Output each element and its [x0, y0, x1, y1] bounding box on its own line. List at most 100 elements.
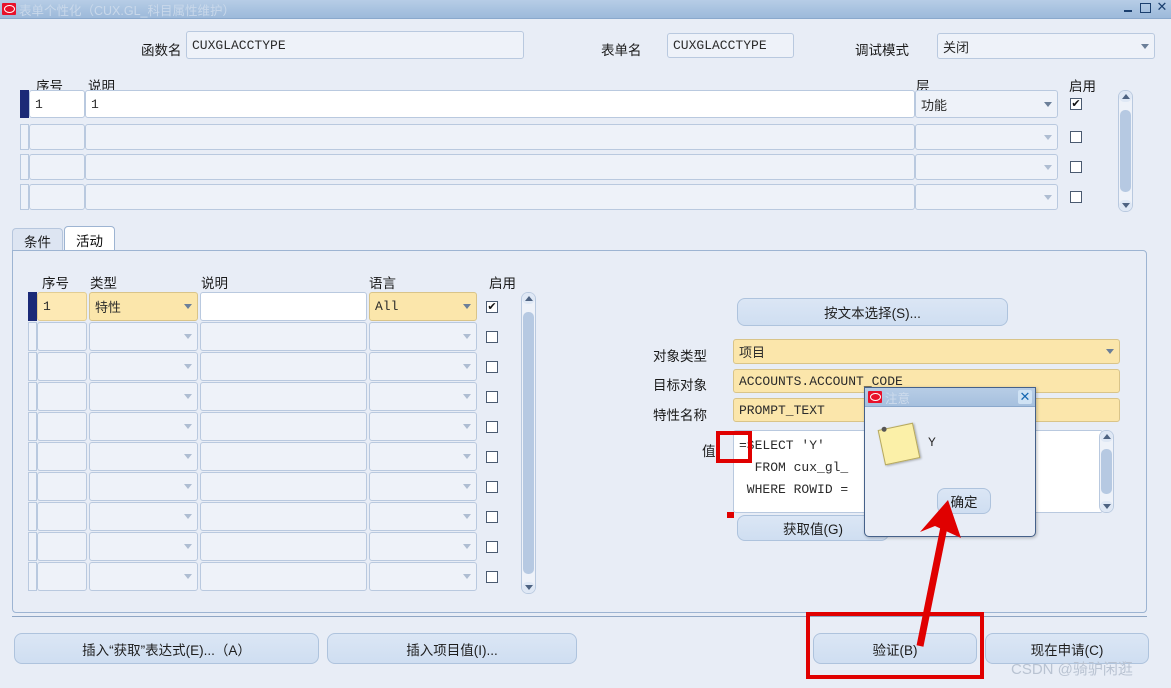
cell-type-select[interactable]	[89, 562, 198, 591]
actions-table-scrollbar[interactable]	[521, 292, 536, 594]
scrollbar-thumb[interactable]	[523, 312, 534, 574]
maximize-button[interactable]	[1138, 1, 1152, 15]
cell-description[interactable]	[200, 562, 367, 591]
cell-description[interactable]	[200, 352, 367, 381]
cell-language-select[interactable]	[369, 412, 477, 441]
cell-seq[interactable]: 1	[29, 90, 85, 118]
cell-seq[interactable]	[37, 562, 87, 591]
cell-enabled-checkbox[interactable]	[486, 391, 498, 403]
cell-description[interactable]	[200, 502, 367, 531]
cell-description[interactable]: 1	[85, 90, 915, 118]
row-selector[interactable]	[28, 532, 37, 561]
cell-enabled-checkbox[interactable]	[486, 511, 498, 523]
row-selector[interactable]	[28, 472, 37, 501]
cell-seq[interactable]	[29, 124, 85, 150]
cell-seq[interactable]	[29, 154, 85, 180]
scroll-up-icon[interactable]	[1100, 431, 1113, 442]
form-name-field[interactable]: CUXGLACCTYPE	[667, 33, 794, 58]
debug-mode-select[interactable]: 关闭	[937, 33, 1155, 59]
row-selector[interactable]	[28, 292, 37, 321]
scrollbar-thumb[interactable]	[1120, 110, 1131, 192]
cell-description[interactable]	[200, 532, 367, 561]
cell-enabled-checkbox[interactable]	[1070, 161, 1082, 173]
cell-seq[interactable]	[29, 184, 85, 210]
cell-level-select[interactable]	[915, 184, 1058, 210]
cell-language-select[interactable]	[369, 382, 477, 411]
insert-item-value-button[interactable]: 插入项目值(I)...	[327, 633, 577, 664]
cell-seq[interactable]	[37, 352, 87, 381]
cell-description[interactable]	[85, 124, 915, 150]
cell-seq[interactable]: 1	[37, 292, 87, 321]
cell-seq[interactable]	[37, 322, 87, 351]
cell-enabled-checkbox[interactable]	[486, 571, 498, 583]
cell-language-select[interactable]	[369, 502, 477, 531]
cell-type-select[interactable]	[89, 532, 198, 561]
row-selector[interactable]	[28, 322, 37, 351]
row-selector[interactable]	[20, 154, 29, 180]
cell-description[interactable]	[200, 442, 367, 471]
row-selector[interactable]	[28, 412, 37, 441]
cell-seq[interactable]	[37, 382, 87, 411]
row-selector[interactable]	[28, 352, 37, 381]
cell-enabled-checkbox[interactable]	[486, 421, 498, 433]
scroll-down-icon[interactable]	[1119, 200, 1132, 211]
cell-type-select[interactable]	[89, 502, 198, 531]
cell-enabled-checkbox[interactable]	[486, 451, 498, 463]
cell-type-select[interactable]	[89, 382, 198, 411]
cell-enabled-checkbox[interactable]	[1070, 191, 1082, 203]
notice-dialog-ok-button[interactable]: 确定	[937, 488, 991, 514]
row-selector[interactable]	[28, 382, 37, 411]
function-name-field[interactable]: CUXGLACCTYPE	[186, 31, 524, 59]
cell-seq[interactable]	[37, 442, 87, 471]
cell-seq[interactable]	[37, 532, 87, 561]
cell-language-select[interactable]	[369, 352, 477, 381]
cell-enabled-checkbox[interactable]	[1070, 98, 1082, 110]
cell-enabled-checkbox[interactable]	[486, 541, 498, 553]
scroll-down-icon[interactable]	[522, 582, 535, 593]
cell-seq[interactable]	[37, 412, 87, 441]
tab-conditions[interactable]: 条件	[12, 228, 63, 252]
cell-type-select[interactable]	[89, 322, 198, 351]
cell-type-select[interactable]	[89, 472, 198, 501]
scroll-down-icon[interactable]	[1100, 501, 1113, 512]
cell-seq[interactable]	[37, 472, 87, 501]
row-selector[interactable]	[20, 90, 29, 118]
minimize-button[interactable]	[1121, 1, 1135, 15]
cell-description[interactable]	[200, 292, 367, 321]
object-type-select[interactable]: 项目	[733, 339, 1120, 364]
row-selector[interactable]	[28, 562, 37, 591]
cell-type-select[interactable]	[89, 352, 198, 381]
cell-level-select[interactable]: 功能	[915, 90, 1058, 118]
cell-language-select[interactable]	[369, 532, 477, 561]
close-icon[interactable]: ✕	[1018, 390, 1032, 405]
row-selector[interactable]	[28, 502, 37, 531]
cell-language-select[interactable]	[369, 472, 477, 501]
row-selector[interactable]	[28, 442, 37, 471]
tab-activities[interactable]: 活动	[64, 226, 115, 252]
cell-type-select[interactable]: 特性	[89, 292, 198, 321]
cell-description[interactable]	[85, 154, 915, 180]
scrollbar-thumb[interactable]	[1101, 449, 1112, 494]
cell-enabled-checkbox[interactable]	[486, 331, 498, 343]
cell-type-select[interactable]	[89, 442, 198, 471]
row-selector[interactable]	[20, 184, 29, 210]
scroll-up-icon[interactable]	[1119, 91, 1132, 102]
cell-language-select[interactable]	[369, 562, 477, 591]
row-selector[interactable]	[20, 124, 29, 150]
insert-get-expression-button[interactable]: 插入“获取”表达式(E)...（A）	[14, 633, 319, 664]
cell-level-select[interactable]	[915, 124, 1058, 150]
cell-enabled-checkbox[interactable]	[1070, 131, 1082, 143]
cell-language-select[interactable]: All	[369, 292, 477, 321]
cell-enabled-checkbox[interactable]	[486, 301, 498, 313]
cell-type-select[interactable]	[89, 412, 198, 441]
cell-description[interactable]	[200, 412, 367, 441]
cell-language-select[interactable]	[369, 322, 477, 351]
validate-button[interactable]: 验证(B)	[813, 633, 977, 664]
cell-seq[interactable]	[37, 502, 87, 531]
rules-table-scrollbar[interactable]	[1118, 90, 1133, 212]
select-by-text-button[interactable]: 按文本选择(S)...	[737, 298, 1008, 326]
cell-description[interactable]	[200, 322, 367, 351]
cell-description[interactable]	[85, 184, 915, 210]
cell-level-select[interactable]	[915, 154, 1058, 180]
cell-enabled-checkbox[interactable]	[486, 361, 498, 373]
